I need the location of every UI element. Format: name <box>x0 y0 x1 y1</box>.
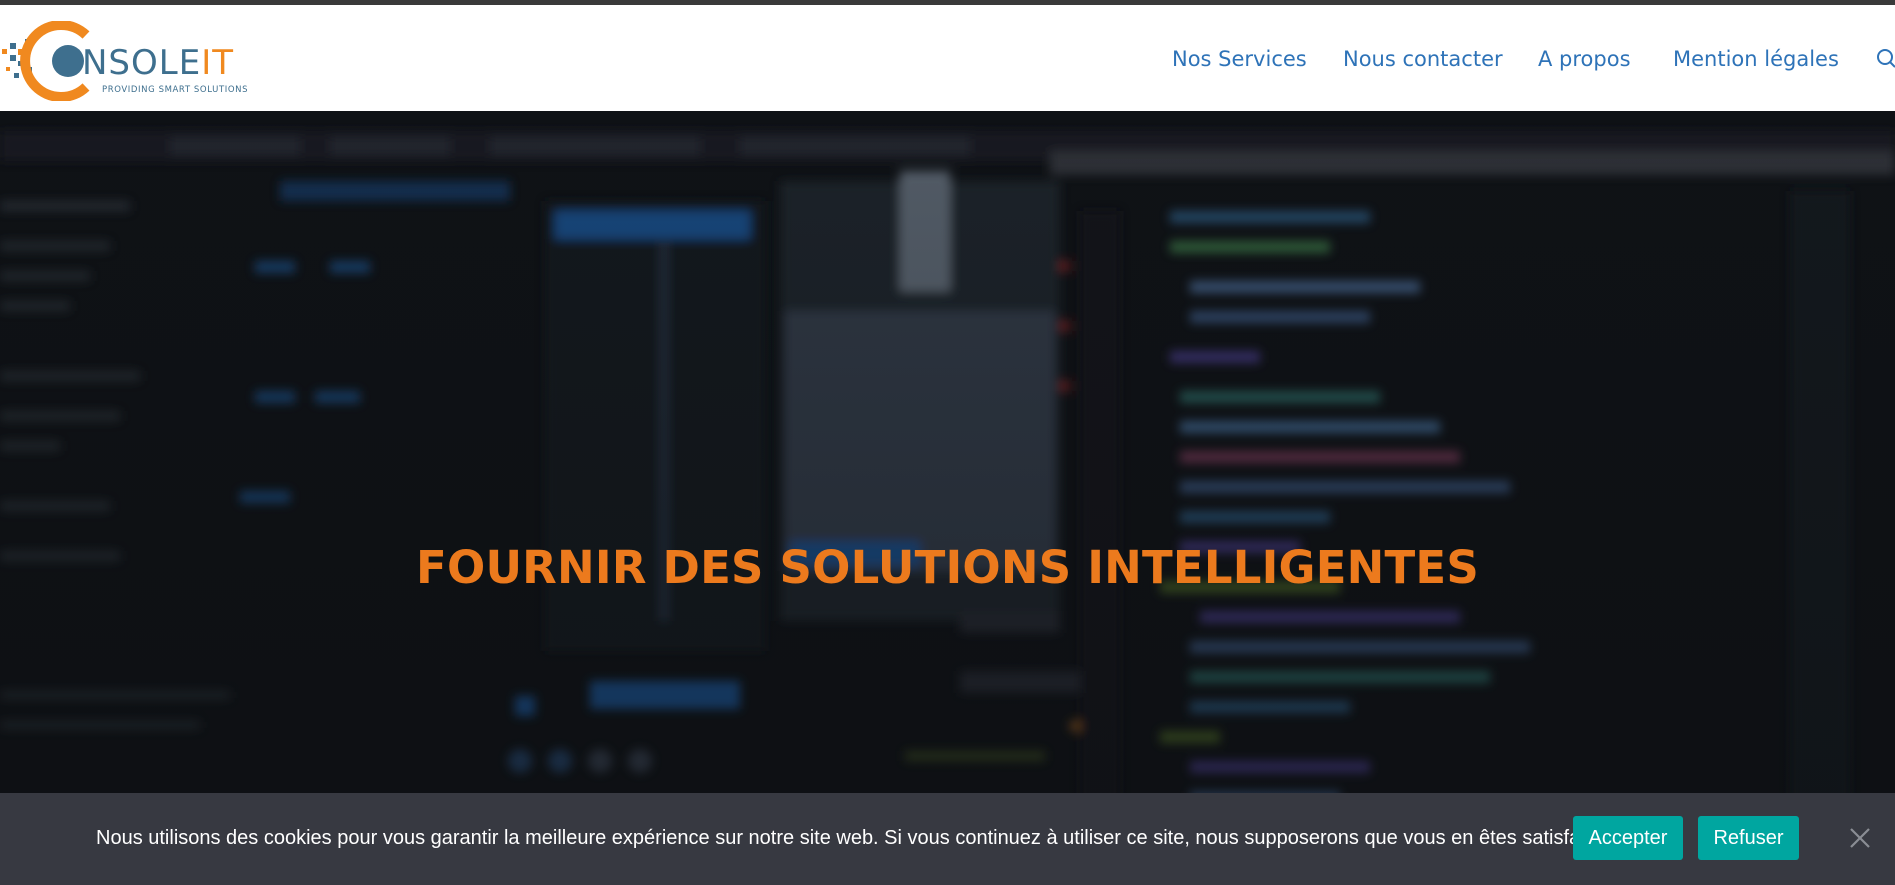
hero-background <box>0 111 1895 885</box>
nav-item-services[interactable]: Nos Services <box>1172 47 1307 71</box>
hero-section: FOURNIR DES SOLUTIONS INTELLIGENTES <box>0 111 1895 885</box>
site-header: NSOLEIT PROVIDING SMART SOLUTIONS Nos Se… <box>0 5 1895 111</box>
nav-item-about[interactable]: A propos <box>1538 47 1631 71</box>
logo-word-blue: NSOLE <box>82 43 202 83</box>
cookie-banner: Nous utilisons des cookies pour vous gar… <box>0 793 1895 885</box>
logo-word-orange: IT <box>201 43 234 83</box>
nav-item-legal[interactable]: Mention légales <box>1673 47 1839 71</box>
search-icon[interactable] <box>1874 47 1895 73</box>
accept-cookies-button[interactable]: Accepter <box>1573 816 1683 860</box>
site-logo[interactable]: NSOLEIT PROVIDING SMART SOLUTIONS <box>0 20 275 102</box>
hero-title: FOURNIR DES SOLUTIONS INTELLIGENTES <box>416 541 1479 594</box>
close-icon[interactable] <box>1847 825 1873 851</box>
nav-item-contact[interactable]: Nous contacter <box>1343 47 1503 71</box>
logo-tagline: PROVIDING SMART SOLUTIONS <box>102 85 249 95</box>
logo-wordmark: NSOLEIT <box>82 43 234 83</box>
refuse-cookies-button[interactable]: Refuser <box>1698 816 1799 860</box>
cookie-message: Nous utilisons des cookies pour vous gar… <box>96 827 1596 849</box>
